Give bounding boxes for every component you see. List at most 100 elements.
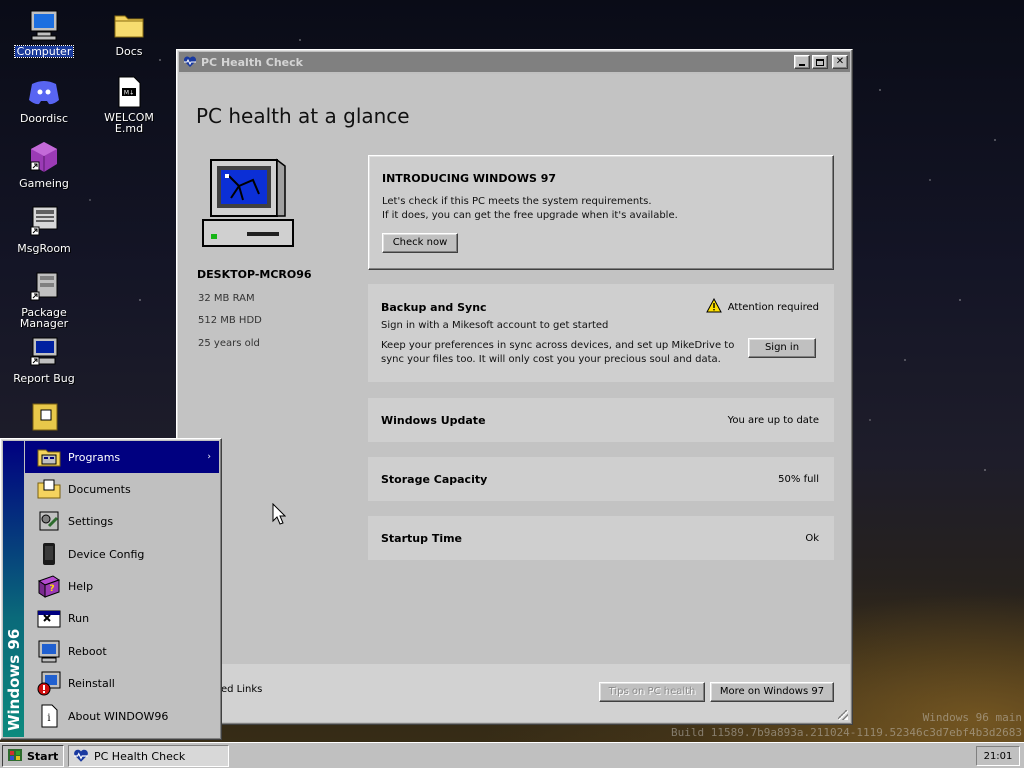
svg-text:M↓: M↓ — [124, 90, 134, 97]
build-watermark-line-2: Build 11589.7b9a893a.211024-1119.52346c3… — [671, 726, 1022, 739]
build-watermark-line-1: Windows 96 main — [922, 711, 1022, 724]
package-manager-icon — [27, 270, 61, 304]
minimize-button[interactable] — [794, 55, 810, 69]
menu-item-label: Reboot — [68, 644, 107, 658]
menu-item-label: Programs — [68, 450, 121, 464]
chevron-right-icon: › — [207, 452, 211, 462]
retro-computer-icon — [201, 156, 297, 252]
spec-age: 25 years old — [198, 338, 260, 349]
desktop-icon-doordisc[interactable]: Doordisc — [9, 75, 79, 125]
row-label: Startup Time — [381, 532, 463, 545]
start-menu-item-about[interactable]: i About WINDOW96 — [25, 700, 219, 732]
doordisc-icon — [27, 75, 61, 109]
window-titlebar[interactable]: PC Health Check ✕ — [179, 52, 850, 72]
msgroom-icon — [27, 205, 61, 239]
desktop-icon-label: Report Bug — [13, 372, 75, 385]
menu-item-label: Run — [68, 611, 90, 625]
intro-card-title: INTRODUCING WINDOWS 97 — [382, 172, 557, 185]
start-menu-item-documents[interactable]: Documents — [25, 473, 219, 505]
attention-status: Attention required — [705, 297, 819, 316]
more-on-windows-97-button[interactable]: More on Windows 97 — [710, 682, 834, 702]
row-label: Storage Capacity — [381, 473, 488, 486]
sign-in-button[interactable]: Sign in — [748, 338, 816, 358]
desktop-icon-label: Docs — [115, 45, 143, 58]
menu-item-label: Help — [68, 579, 94, 593]
desktop-icon-welcome[interactable]: M↓ WELCOME.md — [94, 75, 164, 135]
windows-logo-icon — [7, 748, 23, 765]
programs-icon — [36, 444, 62, 470]
start-menu-item-programs[interactable]: Programs › — [25, 441, 219, 473]
taskbar-item-pc-health-check[interactable]: PC Health Check — [68, 745, 229, 767]
desktop-icon-msgroom[interactable]: MsgRoom — [9, 205, 79, 255]
spec-ram: 32 MB RAM — [198, 293, 255, 304]
backup-card-text-2: sync your files too. It will only cost y… — [381, 354, 721, 365]
pc-health-check-window[interactable]: PC Health Check ✕ PC health at a glance … — [176, 49, 853, 725]
start-menu-item-settings[interactable]: Settings — [25, 505, 219, 537]
menu-item-label: Documents — [68, 482, 131, 496]
startup-time-row: Startup Time Ok — [368, 516, 834, 560]
row-value: 50% full — [778, 474, 819, 485]
start-menu-item-help[interactable]: ? Help — [25, 570, 219, 602]
taskbar-item-label: PC Health Check — [94, 749, 186, 763]
start-menu-item-reinstall[interactable]: Reinstall — [25, 667, 219, 699]
desktop-icon-report-bug[interactable]: Report Bug — [9, 335, 79, 385]
intro-card-text-1: Let's check if this PC meets the system … — [382, 196, 652, 207]
page-title: PC health at a glance — [196, 104, 410, 128]
start-button-label: Start — [27, 749, 59, 763]
row-value: You are up to date — [727, 415, 819, 426]
backup-card-subtitle: Sign in with a Mikesoft account to get s… — [381, 320, 609, 331]
documents-icon — [36, 476, 62, 502]
reinstall-icon — [36, 670, 62, 696]
start-menu-item-device-config[interactable]: Device Config — [25, 538, 219, 570]
check-now-button[interactable]: Check now — [382, 233, 458, 253]
desktop-icon-label: Gameing — [19, 177, 69, 190]
windows97-intro-card: INTRODUCING WINDOWS 97 Let's check if th… — [368, 155, 834, 270]
start-menu-item-reboot[interactable]: Reboot — [25, 635, 219, 667]
start-menu: Windows 96 Programs › Documents Settings… — [0, 438, 222, 740]
desktop-icon-gameing[interactable]: Gameing — [9, 140, 79, 190]
tips-on-pc-health-button[interactable]: Tips on PC health — [599, 682, 705, 702]
menu-item-label: Reinstall — [68, 676, 115, 690]
desktop-icon-docs[interactable]: Docs — [94, 8, 164, 58]
settings-icon — [36, 508, 62, 534]
close-button[interactable]: ✕ — [832, 55, 848, 69]
close-icon: ✕ — [835, 56, 845, 67]
backup-sync-card: Backup and Sync Attention required Sign … — [368, 284, 834, 382]
maximize-icon — [816, 58, 824, 66]
spec-hdd: 512 MB HDD — [198, 315, 262, 326]
related-links-label[interactable]: ed Links — [221, 684, 262, 695]
desktop-icon-package-manager[interactable]: Package Manager — [9, 270, 79, 330]
desktop-icon-label: Doordisc — [19, 112, 69, 125]
intro-card-text-2: If it does, you can get the free upgrade… — [382, 210, 678, 221]
report-bug-icon — [27, 335, 61, 369]
row-value: Ok — [805, 533, 819, 544]
desktop-icon-label: Package Manager — [19, 306, 69, 330]
svg-text:i: i — [47, 713, 50, 724]
desktop-icon-computer[interactable]: Computer — [9, 8, 79, 58]
taskbar: Start PC Health Check 21:01 — [0, 742, 1024, 768]
game-cube-icon — [27, 140, 61, 174]
start-menu-item-run[interactable]: Run — [25, 602, 219, 634]
heart-pulse-icon — [73, 749, 89, 763]
resize-grip-icon[interactable] — [838, 710, 848, 720]
window-title: PC Health Check — [201, 55, 303, 69]
markdown-file-icon: M↓ — [112, 75, 146, 109]
menu-item-label: Settings — [68, 514, 114, 528]
maximize-button[interactable] — [812, 55, 828, 69]
clock-text: 21:01 — [983, 750, 1013, 762]
attention-status-text: Attention required — [727, 301, 819, 313]
backup-card-text-1: Keep your preferences in sync across dev… — [381, 340, 735, 351]
system-tray-clock[interactable]: 21:01 — [976, 746, 1020, 766]
window-content: PC health at a glance DESKTOP-MCRO96 32 … — [179, 74, 850, 722]
storage-capacity-row: Storage Capacity 50% full — [368, 457, 834, 501]
desktop-icon-partial[interactable] — [9, 400, 79, 437]
help-icon: ? — [36, 573, 62, 599]
svg-text:?: ? — [49, 584, 54, 594]
warning-icon — [705, 297, 722, 316]
heart-pulse-icon — [183, 56, 197, 68]
start-button[interactable]: Start — [2, 745, 64, 767]
computer-icon — [27, 8, 61, 42]
row-label: Windows Update — [381, 414, 486, 427]
backup-card-title: Backup and Sync — [381, 301, 487, 314]
window-footer: ed Links Tips on PC health More on Windo… — [179, 664, 850, 722]
